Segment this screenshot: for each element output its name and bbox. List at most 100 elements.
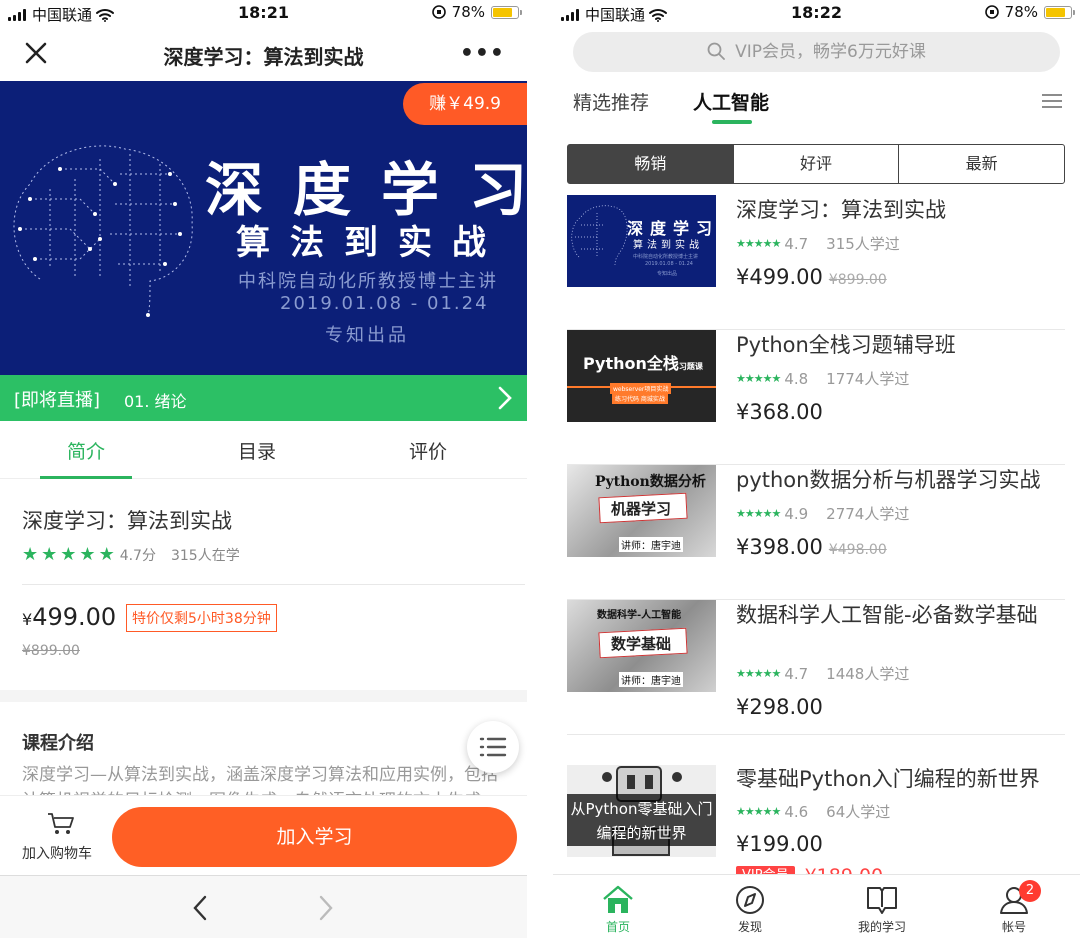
notification-badge: 2 [1019,880,1041,902]
stars-icon: ★★★★★ [736,237,781,250]
bottom-action-bar: 加入购物车 加入学习 [0,795,527,875]
earn-commission-badge[interactable]: 赚￥49.9 [403,83,527,125]
active-tab-indicator [40,476,132,479]
home-icon [603,885,633,913]
price-value: 499.00 [32,603,117,631]
tab-reviews[interactable]: 评价 [368,437,488,464]
course-price: ¥368.00 [736,400,823,424]
course-title: 深度学习：算法到实战 [22,509,232,533]
tab-catalog[interactable]: 目录 [197,437,317,464]
course-learners: 64人学过 [826,803,891,821]
course-rating: 4.7 [784,234,809,253]
course-list-item[interactable]: 从Python零基础入门 编程的新世界 零基础Python入门编程的新世界 ★★… [567,765,1065,875]
promo-countdown-badge: 特价仅剩5小时38分钟 [126,604,277,632]
thumb-title-suffix: 习题课 [678,362,703,371]
more-icon[interactable]: ••• [460,41,505,66]
upcoming-live-bar[interactable]: [即将直播] 01. 绪论 [0,375,527,421]
intro-text: 深度学习—从算法到实战，涵盖深度学习算法和应用实例，包括计算机视觉的目标检测、图… [22,765,498,795]
tab-my-learning[interactable]: 我的学习 [837,875,927,935]
course-banner: 赚￥49.9 深度学习 算法到实战 中科院自动化所教授博士主讲 2019.01.… [0,81,527,375]
thumb-producer: 专知出品 [657,271,678,277]
banner-producer: 专知出品 [325,325,409,346]
status-bar: 中国联通 18:21 78% [0,0,527,27]
course-title: 数据科学人工智能-必备数学基础 [736,603,1038,627]
join-course-button[interactable]: 加入学习 [112,807,517,867]
tab-ai[interactable]: 人工智能 [693,88,769,115]
course-list-item[interactable]: Python全栈习题课 webserver项目实战 练习代码 商城实战 Pyth… [567,330,1065,465]
stars-icon: ★★★★★ [736,507,781,520]
detail-tabs: 简介 目录 评价 [0,421,527,479]
course-stats: ★★★★★ 4.6 64人学过 [736,801,890,822]
course-learners: 1448人学过 [826,665,910,683]
search-input[interactable]: VIP会员，畅学6万元好课 [573,32,1060,72]
add-to-cart-button[interactable]: 加入购物车 [22,843,92,863]
tab-discover[interactable]: 发现 [705,875,795,935]
course-price-row: ¥398.00 ¥498.00 [736,535,887,559]
course-list-item[interactable]: Python数据分析 机器学习 讲师：唐宇迪 python数据分析与机器学习实战… [567,465,1065,600]
divider [22,584,525,585]
course-thumbnail: Python数据分析 机器学习 讲师：唐宇迪 [567,465,716,557]
tab-my-learning-label: 我的学习 [857,920,906,934]
learner-count: 315人在学 [170,548,240,564]
course-learners: 2774人学过 [826,505,910,523]
screen-divider [527,0,553,938]
price: ¥ 499.00 [22,603,116,631]
stars-icon: ★★★★★ [736,667,781,680]
course-detail-screen: 中国联通 18:21 78% 深度学习：算法到实战 ••• 赚￥49.9 深度学… [0,0,527,938]
tab-home[interactable]: 首页 [573,875,663,935]
segment-bestselling[interactable]: 畅销 [568,145,733,183]
thumb-subtitle: 数学基础 [611,635,672,653]
course-price: ¥398.00 [736,535,823,559]
star-icon: ★ [41,544,58,565]
course-list-item[interactable]: 数据科学-人工智能 数学基础 讲师：唐宇迪 数据科学人工智能-必备数学基础 ★★… [567,600,1065,735]
tab-account-label: 帐号 [1001,920,1026,934]
segment-top-rated[interactable]: 好评 [732,145,899,183]
currency-symbol: ¥ [22,610,33,629]
star-icon: ★ [79,544,96,565]
thumb-instructor: 讲师：唐宇迪 [619,537,683,552]
tab-featured[interactable]: 精选推荐 [573,88,649,115]
course-rating: 4.7 [784,664,809,683]
back-icon[interactable] [190,894,210,922]
floating-menu-button[interactable] [467,721,519,773]
battery-percent: 78% [1004,3,1038,21]
course-stats: ★★★★★ 4.8 1774人学过 [736,368,909,389]
segment-newest[interactable]: 最新 [898,145,1064,183]
course-title: python数据分析与机器学习实战 [736,468,1041,492]
thumb-instructor: 中科院自动化所教授博士主讲 [633,254,699,260]
stars-icon: ★★★★★ [736,805,781,818]
course-learners: 1774人学过 [826,370,910,388]
forward-icon[interactable] [316,894,336,922]
course-price-row: ¥368.00 [736,400,823,424]
thumb-title: Python全栈 [583,354,679,373]
course-old-price: ¥498.00 [828,542,887,558]
chevron-right-icon [498,386,512,410]
tab-account[interactable]: 帐号 2 [969,875,1059,935]
course-thumbnail: 从Python零基础入门 编程的新世界 [567,765,716,857]
compass-icon [736,886,764,914]
tab-home-label: 首页 [605,920,630,934]
stars-icon: ★★★★★ [736,372,781,385]
orientation-lock-icon [984,5,999,19]
search-placeholder: VIP会员，畅学6万元好课 [735,42,926,62]
course-old-price: ¥899.00 [828,272,887,288]
course-price: ¥499.00 [736,265,823,289]
course-list-screen: 中国联通 18:22 78% VIP会员，畅学6万元好课 精选推荐 人工智能 畅… [553,0,1080,938]
battery-percent: 78% [451,3,485,21]
course-title: 零基础Python入门编程的新世界 [736,767,1040,791]
search-icon [707,42,726,60]
live-episode-label: 01. 绪论 [124,392,187,411]
live-status-label: [即将直播] [14,390,101,411]
course-list-item[interactable]: 深度学习 算法到实战 中科院自动化所教授博士主讲 2019.01.08 - 01… [567,195,1065,330]
banner-subtitle: 算法到实战 [236,223,506,263]
bottom-tab-bar: 首页 发现 我的学习 帐号 2 [553,874,1080,938]
rating-score: 4.7分 [119,548,156,564]
tab-discover-label: 发现 [737,920,762,934]
menu-icon[interactable] [1041,93,1063,109]
cart-icon[interactable] [47,812,75,836]
list-icon [479,737,507,757]
sort-segmented-control: 畅销 好评 最新 [567,144,1065,184]
thumb-dates: 2019.01.08 - 01.24 [645,261,693,267]
tab-intro[interactable]: 简介 [26,437,146,464]
status-bar: 中国联通 18:22 78% [553,0,1080,27]
